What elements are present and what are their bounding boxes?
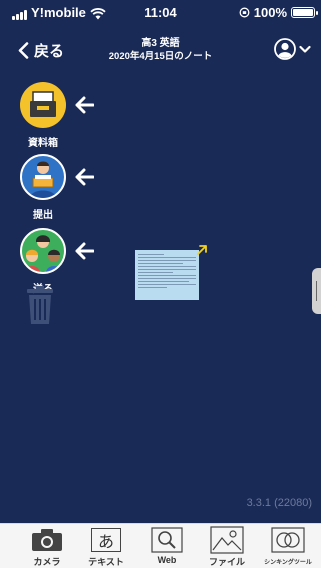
status-bar: Y!mobile 11:04 100%	[0, 0, 321, 24]
materials-box-icon	[20, 82, 66, 128]
note-canvas[interactable]: Y!mobile 11:04 100% 戻る 高3 英語 2020年4月15日の…	[0, 0, 321, 523]
document-thumbnail[interactable]	[135, 250, 199, 300]
send-icon	[20, 228, 66, 274]
arrow-left-icon	[75, 168, 94, 186]
materials-box-tool[interactable]: 資料箱	[20, 82, 96, 149]
materials-box-label: 資料箱	[28, 138, 58, 149]
web-button[interactable]: Web	[135, 526, 199, 565]
user-menu-button[interactable]	[274, 38, 311, 60]
nav-bar: 戻る 高3 英語 2020年4月15日のノート	[0, 30, 321, 70]
chevron-down-icon	[299, 45, 311, 53]
camera-label: カメラ	[33, 557, 61, 567]
user-icon	[274, 38, 296, 60]
arrow-left-icon	[75, 242, 94, 260]
text-icon: あ	[91, 528, 121, 552]
web-search-icon	[151, 527, 183, 553]
nav-titles: 高3 英語 2020年4月15日のノート	[0, 37, 321, 63]
trash-icon[interactable]	[26, 285, 54, 325]
file-button[interactable]: ファイル	[195, 526, 259, 568]
app-version: 3.3.1 (22080)	[246, 497, 312, 509]
submit-tool[interactable]: 提出	[20, 154, 96, 221]
resize-arrow-icon[interactable]	[196, 244, 208, 256]
bottom-toolbar: カメラ あ テキスト Web ファイル シンキングツール	[0, 523, 321, 568]
camera-icon	[32, 529, 62, 551]
submit-icon	[20, 154, 66, 200]
orientation-lock-icon	[239, 7, 250, 18]
arrow-left-icon	[75, 96, 94, 114]
class-title: 高3 英語	[141, 38, 180, 49]
battery-percent: 100%	[253, 5, 287, 20]
submit-label: 提出	[33, 210, 53, 221]
web-label: Web	[157, 555, 177, 565]
thinking-tool-label: シンキングツール	[264, 560, 312, 566]
thinking-tool-icon	[271, 527, 305, 553]
battery-icon	[291, 7, 318, 18]
text-label: テキスト	[88, 557, 124, 567]
side-panel-handle[interactable]	[312, 268, 321, 314]
text-button[interactable]: あ テキスト	[74, 526, 138, 568]
camera-button[interactable]: カメラ	[15, 526, 79, 568]
note-date-title: 2020年4月15日のノート	[108, 51, 213, 62]
image-file-icon	[210, 526, 244, 554]
screen: Y!mobile 11:04 100% 戻る 高3 英語 2020年4月15日の…	[0, 0, 321, 568]
thinking-tool-button[interactable]: シンキングツール	[256, 526, 320, 566]
status-right: 100%	[239, 5, 318, 20]
file-label: ファイル	[208, 557, 245, 567]
